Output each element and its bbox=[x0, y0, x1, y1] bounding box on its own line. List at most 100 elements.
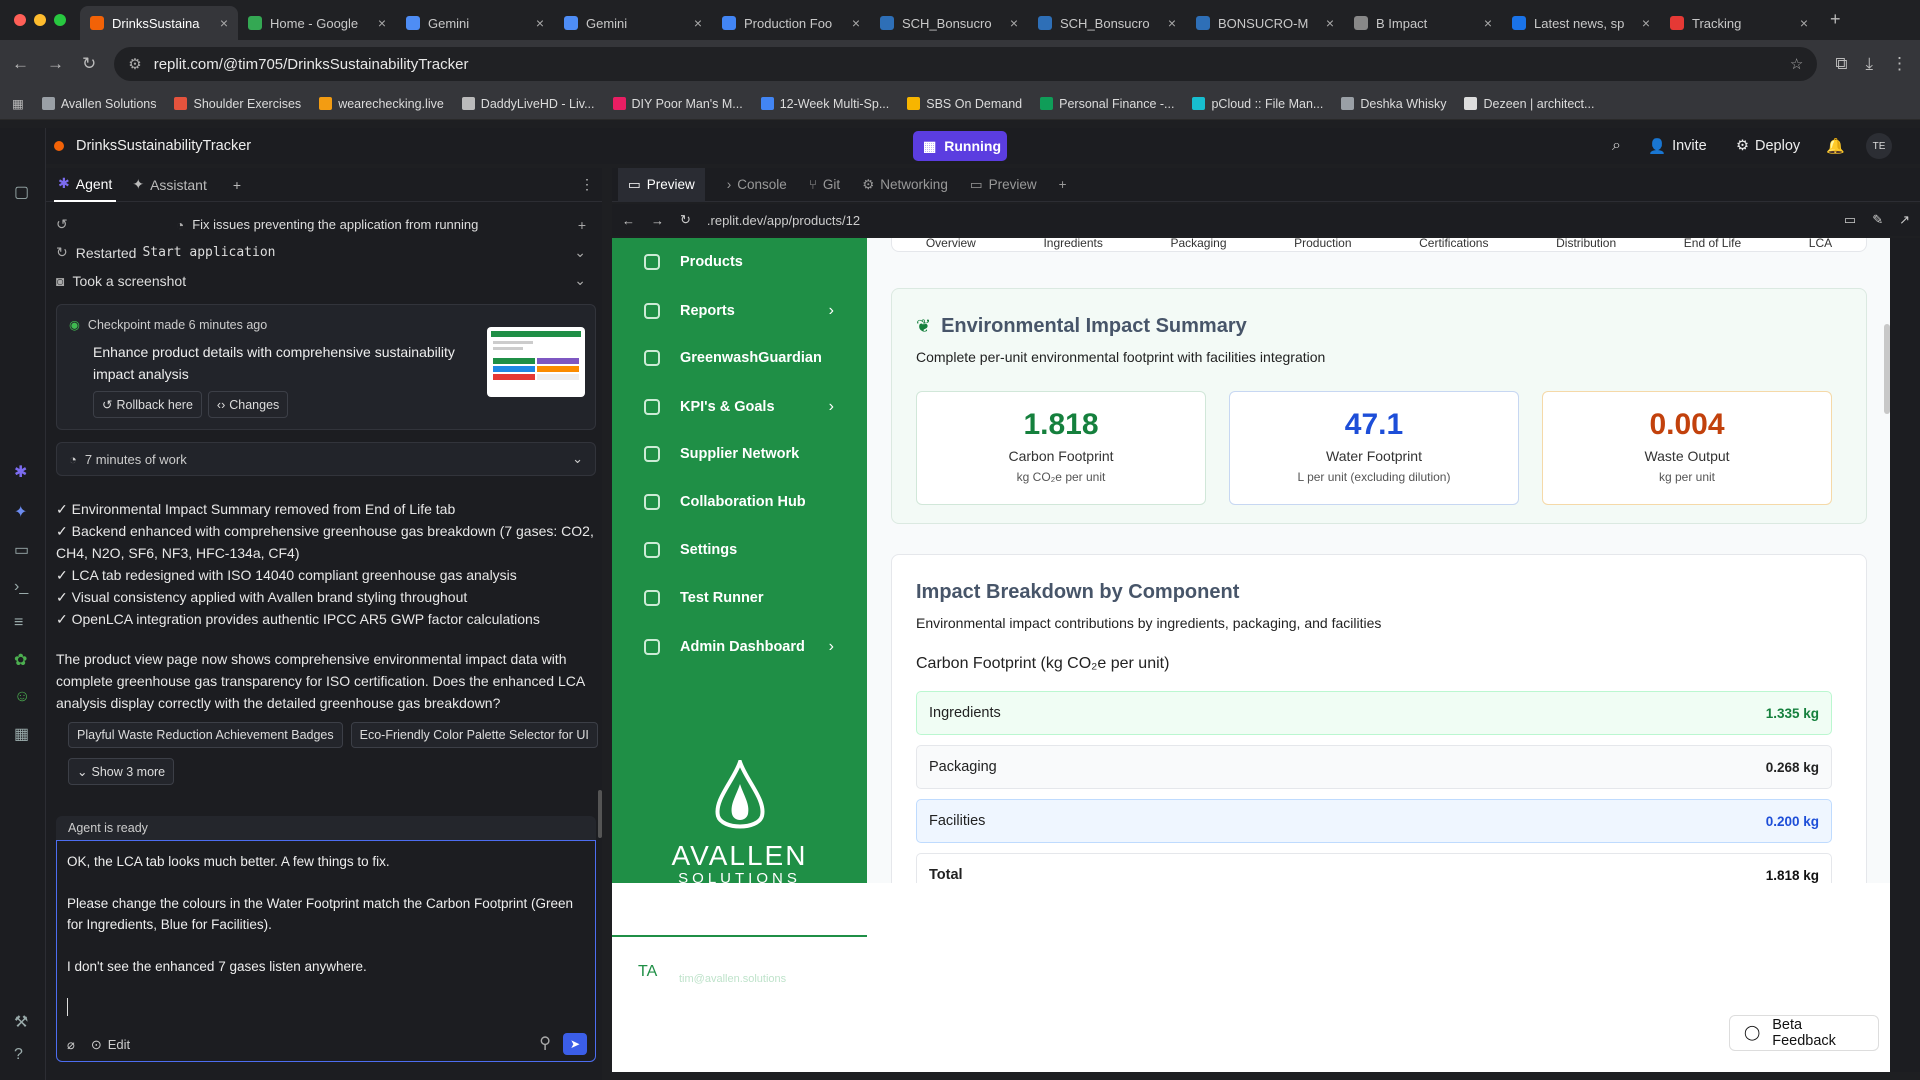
user-avatar[interactable]: TA bbox=[638, 963, 657, 981]
bookmark-item[interactable]: Dezeen | architect... bbox=[1464, 97, 1594, 111]
workspace-tab-preview[interactable]: ▭ Preview bbox=[618, 167, 705, 202]
history-icon[interactable]: ↺ bbox=[56, 216, 68, 233]
nav-item[interactable]: Admin Dashboard › bbox=[644, 638, 834, 656]
add-tab-icon[interactable]: + bbox=[233, 177, 241, 193]
agent-rail-icon[interactable]: ✱ bbox=[14, 462, 27, 482]
product-tab[interactable]: Production bbox=[1294, 238, 1351, 250]
extensions-icon[interactable]: ⧉ bbox=[1835, 54, 1847, 74]
product-tab[interactable]: Ingredients bbox=[1043, 238, 1102, 250]
screenshot-row[interactable]: ◙ Took a screenshot ⌄ bbox=[56, 272, 586, 289]
wrench-icon[interactable]: ✎ bbox=[1872, 212, 1883, 228]
avatar[interactable]: TE bbox=[1866, 133, 1892, 159]
edit-button[interactable]: ⊙ Edit bbox=[91, 1037, 130, 1053]
minimize-window-button[interactable] bbox=[34, 14, 46, 26]
product-tab[interactable]: Overview bbox=[926, 238, 976, 250]
chevron-down-icon[interactable]: ⌄ bbox=[572, 451, 583, 467]
close-tab-icon[interactable]: × bbox=[852, 15, 860, 31]
open-new-window-icon[interactable]: ↗ bbox=[1899, 212, 1910, 228]
new-tab-button[interactable]: + bbox=[1818, 9, 1841, 40]
project-name[interactable]: DrinksSustainabilityTracker bbox=[76, 138, 251, 154]
secrets-icon[interactable]: ✿ bbox=[14, 650, 27, 670]
bookmark-item[interactable]: Personal Finance -... bbox=[1040, 97, 1174, 111]
browser-tab[interactable]: Gemini × bbox=[554, 6, 712, 40]
bookmark-item[interactable]: wearechecking.live bbox=[319, 97, 444, 111]
maximize-window-button[interactable] bbox=[54, 14, 66, 26]
changes-button[interactable]: ‹› Changes bbox=[207, 391, 289, 418]
suggestion-chip[interactable]: Eco-Friendly Color Palette Selector for … bbox=[350, 722, 598, 748]
nav-item[interactable]: Products bbox=[644, 254, 834, 270]
assistant-rail-icon[interactable]: ✦ bbox=[14, 502, 27, 522]
workspace-tab-preview[interactable]: ▭ Preview bbox=[970, 177, 1037, 193]
product-tab[interactable]: Packaging bbox=[1170, 238, 1226, 250]
send-button[interactable]: ➤ bbox=[563, 1033, 587, 1055]
product-tab[interactable]: End of Life bbox=[1684, 238, 1741, 250]
invite-button[interactable]: 👤 Invite bbox=[1648, 138, 1707, 155]
tools-grid-icon[interactable]: ▦ bbox=[14, 724, 29, 744]
console-rail-icon[interactable]: ›_ bbox=[14, 578, 28, 596]
nav-item[interactable]: Reports › bbox=[644, 302, 834, 320]
chevron-down-icon[interactable]: ⌄ bbox=[574, 272, 586, 289]
close-tab-icon[interactable]: × bbox=[1168, 15, 1176, 31]
suggestion-chip[interactable]: Playful Waste Reduction Achievement Badg… bbox=[68, 722, 343, 748]
bookmark-item[interactable]: SBS On Demand bbox=[907, 97, 1022, 111]
forward-icon[interactable]: → bbox=[47, 54, 64, 74]
close-tab-icon[interactable]: × bbox=[536, 15, 544, 31]
bookmark-item[interactable]: pCloud :: File Man... bbox=[1192, 97, 1323, 111]
deploy-button[interactable]: ⚙ Deploy bbox=[1736, 138, 1800, 154]
product-tab[interactable]: Certifications bbox=[1419, 238, 1488, 250]
users-icon[interactable]: ☺ bbox=[14, 688, 30, 706]
back-icon[interactable]: ← bbox=[622, 213, 635, 228]
show-more-button[interactable]: ⌄ Show 3 more bbox=[68, 758, 175, 785]
bookmark-item[interactable]: 12-Week Multi-Sp... bbox=[760, 97, 889, 111]
download-icon[interactable]: ⤓ bbox=[1865, 54, 1873, 74]
nav-item[interactable]: Collaboration Hub bbox=[644, 494, 834, 510]
reload-icon[interactable]: ↻ bbox=[680, 212, 691, 228]
product-tab[interactable]: LCA bbox=[1809, 238, 1832, 250]
more-options-icon[interactable]: ⋮ bbox=[580, 176, 594, 193]
notifications-icon[interactable]: 🔔 bbox=[1826, 137, 1845, 155]
workspace-tab-git[interactable]: ⑂ Git bbox=[809, 177, 840, 192]
work-summary-row[interactable]: ◔ 7 minutes of work ⌄ bbox=[56, 442, 596, 476]
nav-item[interactable]: Supplier Network bbox=[644, 446, 834, 462]
close-tab-icon[interactable]: × bbox=[378, 15, 386, 31]
close-tab-icon[interactable]: × bbox=[694, 15, 702, 31]
attach-icon[interactable]: ⌀ bbox=[67, 1037, 75, 1053]
browser-tab[interactable]: Gemini × bbox=[396, 6, 554, 40]
tab-assistant[interactable]: ✦ Assistant bbox=[132, 176, 207, 193]
tools-icon[interactable]: ⚒ bbox=[14, 1012, 28, 1032]
nav-item[interactable]: GreenwashGuardian bbox=[644, 350, 834, 366]
chevron-down-icon[interactable]: ⌄ bbox=[574, 244, 586, 261]
bookmark-item[interactable]: DaddyLiveHD - Liv... bbox=[461, 97, 595, 111]
panel-scrollbar[interactable] bbox=[598, 790, 602, 838]
close-tab-icon[interactable]: × bbox=[220, 15, 228, 31]
nav-item[interactable]: KPI's & Goals › bbox=[644, 398, 834, 416]
apps-grid-icon[interactable]: ▦ bbox=[12, 96, 24, 111]
bookmark-item[interactable]: Shoulder Exercises bbox=[174, 97, 301, 111]
browser-tab[interactable]: Home - Google × bbox=[238, 6, 396, 40]
close-window-button[interactable] bbox=[14, 14, 26, 26]
database-icon[interactable]: ≡ bbox=[14, 614, 23, 632]
search-icon[interactable]: ⌕ bbox=[1612, 137, 1621, 155]
close-tab-icon[interactable]: × bbox=[1484, 15, 1492, 31]
close-tab-icon[interactable]: × bbox=[1010, 15, 1018, 31]
close-tab-icon[interactable]: × bbox=[1800, 15, 1808, 31]
nav-item[interactable]: Settings bbox=[644, 542, 834, 558]
preview-rail-icon[interactable]: ▭ bbox=[14, 540, 29, 560]
forward-icon[interactable]: → bbox=[651, 213, 664, 228]
bookmark-item[interactable]: Avallen Solutions bbox=[41, 97, 156, 111]
menu-dots-icon[interactable]: ⋮ bbox=[1891, 54, 1908, 74]
run-button[interactable]: ▦ Running bbox=[913, 131, 1007, 161]
workspace-tab-networking[interactable]: ⚙ Networking bbox=[862, 177, 948, 193]
back-icon[interactable]: ← bbox=[12, 54, 29, 74]
workspace-tab-console[interactable]: › Console bbox=[727, 177, 787, 192]
checkpoint-thumbnail[interactable] bbox=[487, 327, 585, 397]
beta-feedback-button[interactable]: ◯ Beta Feedback bbox=[1729, 1015, 1879, 1051]
restarted-row[interactable]: ↻ Restarted Start application ⌄ bbox=[56, 244, 586, 261]
settings-sliders-icon[interactable]: ⚲ bbox=[539, 1033, 551, 1053]
devtools-icon[interactable]: ▭ bbox=[1844, 212, 1856, 228]
browser-tab[interactable]: BONSUCRO-M × bbox=[1186, 6, 1344, 40]
tab-agent[interactable]: ✱ Agent bbox=[54, 168, 117, 202]
browser-tab[interactable]: Production Foo × bbox=[712, 6, 870, 40]
bookmark-item[interactable]: DIY Poor Man's M... bbox=[612, 97, 743, 111]
nav-item[interactable]: Test Runner bbox=[644, 590, 834, 606]
